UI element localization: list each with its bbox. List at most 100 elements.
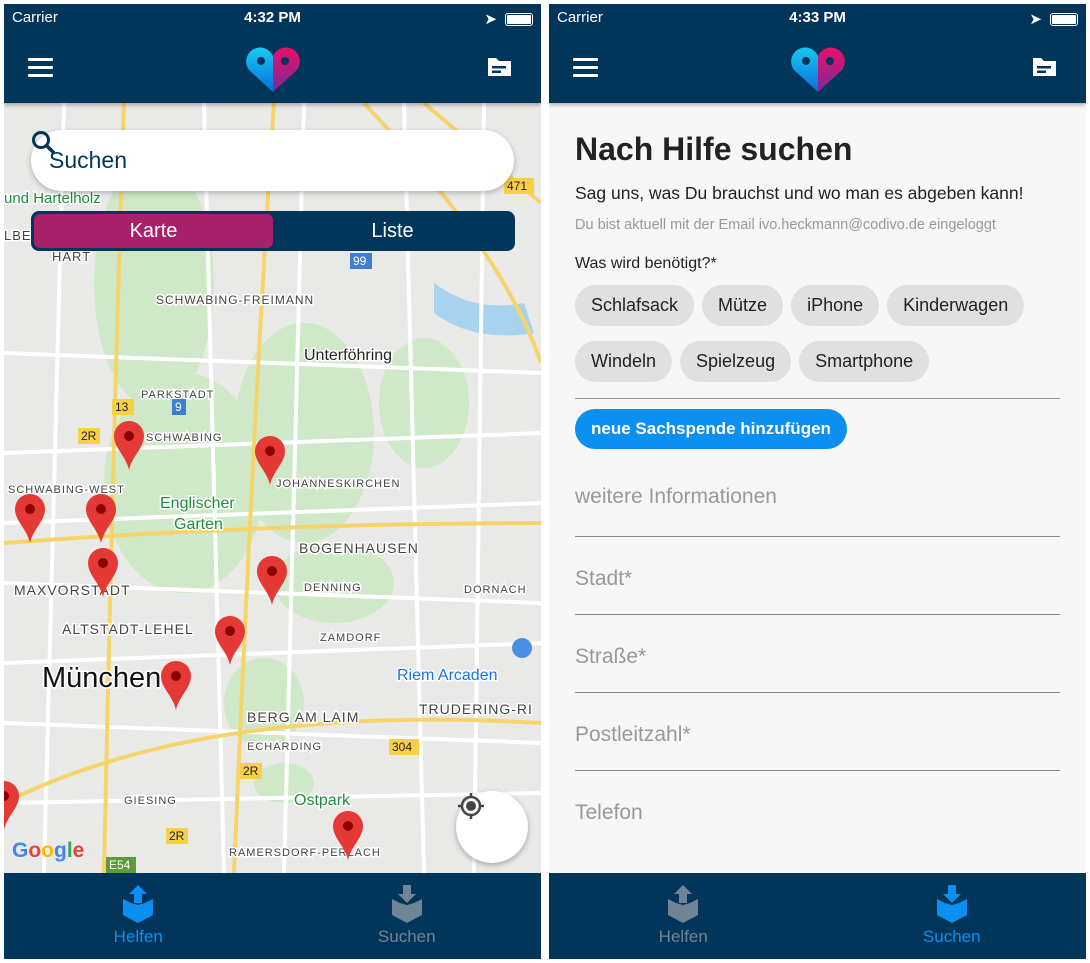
chip[interactable]: iPhone — [791, 285, 880, 326]
road-badge-label: 13 — [115, 400, 129, 414]
street-field[interactable]: Straße* — [575, 615, 1060, 693]
map-pin — [4, 781, 19, 830]
chip[interactable]: Kinderwagen — [887, 285, 1025, 326]
app-logo — [790, 47, 845, 92]
bottom-tab-bar: Helfen Suchen — [4, 873, 541, 959]
road-badge-label: 304 — [392, 740, 412, 754]
map-label: ALTSTADT-LEHEL — [62, 621, 194, 637]
road-badge-label: E54 — [109, 858, 131, 872]
map-pin — [161, 661, 191, 710]
map-label: RAMERSDORF-PERLACH — [229, 847, 381, 859]
document-folder-icon[interactable] — [1031, 56, 1058, 78]
tab-helfen[interactable]: Helfen — [549, 873, 818, 959]
map-pin-dot — [343, 821, 353, 831]
chip[interactable]: Windeln — [575, 341, 673, 382]
search-bar[interactable]: Suchen — [31, 130, 514, 191]
map-label: DORNACH — [464, 584, 527, 596]
status-bar: Carrier 4:33 PM ➤ — [549, 4, 1086, 32]
search-placeholder: Suchen — [49, 147, 128, 173]
search-icon — [32, 131, 56, 155]
map-screen: Carrier 4:32 PM ➤ und Hartelholz LBE HART S… — [4, 4, 541, 959]
my-location-button[interactable] — [456, 791, 528, 863]
map-view[interactable]: und Hartelholz LBE HART SCHWABING-FREIMANN U… — [4, 103, 541, 873]
page-title: Nach Hilfe suchen — [575, 131, 853, 167]
chip[interactable]: Mütze — [702, 285, 784, 326]
map-label: MAXVORSTADT — [14, 582, 131, 598]
map-label: Englischer — [160, 495, 235, 512]
map-pin-dot — [98, 558, 108, 568]
add-donation-button[interactable]: neue Sachspende hinzufügen — [575, 409, 847, 449]
battery-icon — [1050, 12, 1078, 26]
tab-suchen[interactable]: Suchen — [818, 873, 1087, 959]
box-download-icon — [936, 885, 967, 923]
location-arrow-icon: ➤ — [1029, 11, 1042, 28]
chip[interactable]: Spielzeug — [680, 341, 792, 382]
info-field[interactable]: weitere Informationen — [575, 449, 1060, 537]
park-area — [379, 338, 469, 468]
map-label: und Hartelholz — [4, 190, 101, 207]
map-pin-dot — [124, 431, 134, 441]
help-request-form: Nach Hilfe suchen Sag uns, was Du brauch… — [549, 103, 1086, 873]
map-label: Unterföhring — [304, 347, 392, 364]
location-arrow-icon: ➤ — [484, 11, 497, 28]
item-chips: Schlafsack Mütze iPhone Kinderwagen Wind… — [575, 285, 1065, 382]
needed-items-label: Was wird benötigt?* — [575, 255, 717, 272]
city-field[interactable]: Stadt* — [575, 537, 1060, 615]
map-label: BERG AM LAIM — [247, 709, 359, 725]
search-help-screen: Carrier 4:33 PM ➤ Nach Hilfe suchen Sag … — [549, 4, 1086, 959]
tab-suchen[interactable]: Suchen — [273, 873, 542, 959]
menu-icon[interactable] — [28, 58, 53, 82]
map-label: ZAMDORF — [320, 632, 381, 644]
box-upload-icon — [123, 885, 154, 923]
map-label: JOHANNESKIRCHEN — [276, 478, 400, 490]
road-badge-label: 99 — [353, 254, 367, 268]
app-bar — [4, 32, 541, 103]
view-toggle: Karte Liste — [31, 211, 515, 251]
tab-karte[interactable]: Karte — [34, 214, 273, 248]
postal-code-field[interactable]: Postleitzahl* — [575, 693, 1060, 771]
tab-label: Helfen — [113, 927, 163, 946]
map-pin-dot — [225, 626, 235, 636]
map-pin-dot — [265, 446, 275, 456]
map-label: BOGENHAUSEN — [299, 540, 419, 556]
map-pin-dot — [25, 504, 35, 514]
map-label: GIESING — [124, 795, 177, 807]
map-label: Ostpark — [294, 792, 351, 809]
map-label: SCHWABING — [146, 432, 222, 444]
box-download-icon — [391, 885, 422, 923]
map-label: Riem Arcaden — [397, 667, 498, 684]
tab-label: Helfen — [658, 927, 708, 946]
map-label: LBE — [4, 228, 32, 243]
app-bar — [549, 32, 1086, 103]
road-badge-label: 2R — [169, 829, 185, 843]
box-upload-icon — [668, 885, 699, 923]
login-info: Du bist aktuell mit der Email ivo.heckma… — [575, 217, 996, 233]
map-label: SCHWABING-FREIMANN — [156, 293, 314, 307]
map-label: ECHARDING — [247, 741, 322, 753]
road-badge-label: 471 — [507, 179, 527, 193]
road-badge-label: 2R — [243, 764, 259, 778]
document-folder-icon[interactable] — [486, 56, 513, 78]
tab-label: Suchen — [377, 927, 436, 946]
map-pin-dot — [171, 671, 181, 681]
map-pin-dot — [96, 504, 106, 514]
map-pin-dot — [267, 566, 277, 576]
road-badge-label: 2R — [81, 429, 97, 443]
park-area — [94, 158, 214, 408]
divider — [575, 398, 1060, 399]
tab-liste[interactable]: Liste — [273, 214, 512, 248]
subtitle: Sag uns, was Du brauchst und wo man es a… — [575, 183, 1024, 203]
tab-label: Suchen — [922, 927, 981, 946]
map-label: HART — [52, 249, 91, 264]
map-label: DENNING — [304, 582, 362, 594]
shopping-place-icon — [512, 638, 533, 658]
map-label: SCHWABING-WEST — [8, 484, 125, 496]
menu-icon[interactable] — [573, 58, 598, 82]
tab-helfen[interactable]: Helfen — [4, 873, 273, 959]
phone-field[interactable]: Telefon — [575, 771, 1060, 849]
google-logo: Google — [12, 839, 85, 862]
map-label: TRUDERING-RI — [419, 701, 533, 717]
chip[interactable]: Schlafsack — [575, 285, 695, 326]
chip[interactable]: Smartphone — [799, 341, 930, 382]
app-logo — [245, 47, 300, 92]
